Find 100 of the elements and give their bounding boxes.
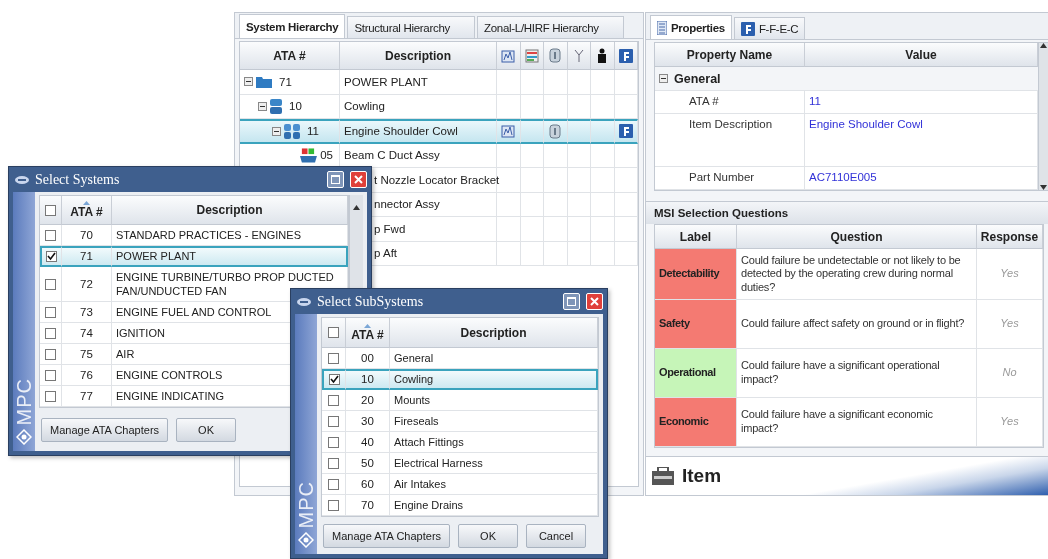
property-value: 11 xyxy=(809,95,821,108)
label-cell: Economic xyxy=(655,398,737,448)
column-header[interactable]: ATA # xyxy=(240,42,340,70)
hierarchy-tab[interactable]: System Hierarchy xyxy=(239,14,346,38)
label-cell: Detectability xyxy=(655,249,737,301)
ata-number: 50 xyxy=(361,455,374,471)
ata-number: 11 xyxy=(307,125,319,138)
ata-number: 75 xyxy=(80,346,93,362)
ata-number: 00 xyxy=(361,350,374,366)
hierarchy-tab[interactable]: Zonal-L/HIRF Hierarchy xyxy=(477,16,624,38)
response-cell: No xyxy=(977,349,1043,399)
folder-icon xyxy=(256,75,272,89)
ata-number: 70 xyxy=(80,227,93,243)
group-header[interactable]: General xyxy=(655,67,1038,92)
checkbox[interactable] xyxy=(328,415,339,427)
checkbox[interactable] xyxy=(45,204,56,216)
dialog-button[interactable]: OK xyxy=(458,523,519,548)
column-header[interactable]: Response xyxy=(977,225,1043,250)
checkbox[interactable] xyxy=(328,394,339,406)
checkbox[interactable] xyxy=(329,374,340,385)
checkbox[interactable] xyxy=(328,499,339,511)
item-description: Engine Shoulder Cowl xyxy=(344,125,458,138)
form-icon xyxy=(618,48,633,63)
column-label: ATA # xyxy=(70,205,103,219)
property-name: ATA # xyxy=(689,95,719,108)
ata-number: 71 xyxy=(80,249,93,264)
tree-cell[interactable]: 71 xyxy=(240,70,340,95)
maximize-icon[interactable] xyxy=(563,293,580,310)
ata-number: 40 xyxy=(361,434,374,450)
column-header-background[interactable]: ATA # xyxy=(346,318,390,348)
property-value: AC7110E005 xyxy=(809,171,877,184)
tree-cell[interactable]: 11 xyxy=(240,119,340,144)
form-icon xyxy=(618,124,633,139)
collapse-icon[interactable] xyxy=(659,74,668,84)
label-cell: Safety xyxy=(655,300,737,350)
checkbox[interactable] xyxy=(45,229,56,241)
form-icon xyxy=(740,21,755,36)
response-cell: Yes xyxy=(977,398,1043,448)
ata-number: 77 xyxy=(80,388,93,404)
column-header[interactable]: Description xyxy=(112,196,348,225)
system-description: Fireseals xyxy=(394,413,439,429)
scrollbar[interactable] xyxy=(1038,43,1048,191)
column-header[interactable]: Value xyxy=(805,43,1038,68)
item-description: Cowling xyxy=(344,100,385,113)
checkbox[interactable] xyxy=(328,352,339,364)
close-icon[interactable] xyxy=(586,293,603,310)
dialog-button[interactable]: Manage ATA Chapters xyxy=(41,417,169,442)
checkbox[interactable] xyxy=(45,306,56,318)
app-icon xyxy=(297,296,311,307)
properties-tab[interactable]: F-F-E-C xyxy=(733,17,806,40)
close-icon[interactable] xyxy=(350,171,367,188)
system-description: Mounts xyxy=(394,392,431,408)
column-header[interactable]: Description xyxy=(390,318,598,348)
diamond-icon xyxy=(16,429,32,445)
scroll-down-icon[interactable] xyxy=(1040,185,1047,191)
dialog-button[interactable]: OK xyxy=(176,417,237,442)
checkbox[interactable] xyxy=(328,478,339,490)
checkbox[interactable] xyxy=(45,390,56,402)
dialog-button[interactable]: Cancel xyxy=(526,523,587,548)
scroll-up-icon[interactable] xyxy=(1040,43,1047,49)
dialog-button[interactable]: Manage ATA Chapters xyxy=(323,523,451,548)
column-header[interactable]: Property Name xyxy=(655,43,805,68)
checkbox[interactable] xyxy=(45,348,56,360)
ata-number: 10 xyxy=(289,100,302,113)
checkbox[interactable] xyxy=(46,251,57,262)
brand-label: MPC xyxy=(294,480,318,528)
ata-number: 71 xyxy=(279,75,292,88)
checkbox[interactable] xyxy=(45,327,56,339)
collapse-icon[interactable] xyxy=(244,77,253,87)
item-description: t Nozzle Locator Bracket xyxy=(374,173,500,186)
tab-label: Properties xyxy=(671,21,725,34)
column-header[interactable]: Question xyxy=(737,225,977,250)
checkbox[interactable] xyxy=(328,327,339,338)
checkbox[interactable] xyxy=(328,436,339,448)
cluster-icon xyxy=(284,123,300,139)
system-description: Electrical Harness xyxy=(394,455,483,471)
scroll-up-icon[interactable] xyxy=(353,205,360,210)
dialog-title: Select Systems xyxy=(35,171,121,188)
checkbox[interactable] xyxy=(45,278,56,290)
ata-number: 73 xyxy=(80,304,93,320)
hierarchy-tab[interactable]: Structural Hierarchy xyxy=(347,16,475,38)
properties-tab[interactable]: Properties xyxy=(650,15,732,40)
collapse-icon[interactable] xyxy=(272,126,281,136)
sort-icon xyxy=(83,201,90,205)
toolbox-icon xyxy=(652,467,674,486)
system-description: AIR xyxy=(116,346,135,362)
system-description: Cowling xyxy=(394,372,434,387)
checkbox[interactable] xyxy=(45,369,56,381)
checkbox[interactable] xyxy=(328,457,339,469)
column-header-background[interactable]: ATA # xyxy=(62,196,112,225)
column-label: ATA # xyxy=(351,327,384,342)
question-cell: Could failure have a significant operational impact? xyxy=(737,349,977,399)
maximize-icon[interactable] xyxy=(327,171,344,188)
ata-number: 10 xyxy=(361,372,374,387)
response-cell: Yes xyxy=(977,249,1043,301)
collapse-icon[interactable] xyxy=(258,101,267,111)
ata-number: 70 xyxy=(361,497,374,513)
question-cell: Could failure affect safety on ground or in flight? xyxy=(737,300,977,350)
column-header[interactable]: Description xyxy=(340,42,497,70)
column-header[interactable]: Label xyxy=(655,225,737,250)
